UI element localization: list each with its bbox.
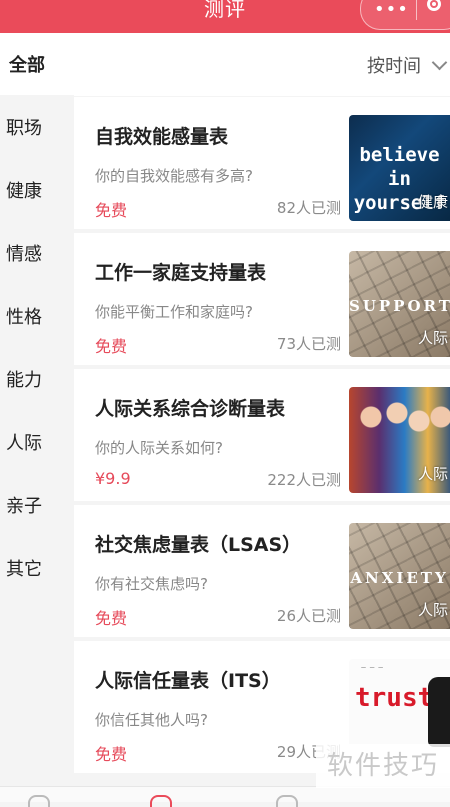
sidebar-item-label: 其它 (6, 559, 42, 580)
sidebar-item-label: 性格 (6, 307, 42, 328)
test-card[interactable]: 社交焦虑量表（LSAS） 你有社交焦虑吗? 免费 26人已测 ANXIETY 人… (74, 505, 450, 637)
test-title: 自我效能感量表 (95, 126, 229, 148)
test-title: 人际信任量表（ITS） (95, 670, 281, 692)
test-cover-image: 人际 (349, 387, 450, 493)
category-tag: 人际 (417, 601, 448, 619)
category-sidebar: 全部 职场 健康 情感 性格 能力 人际 亲子 其它 (0, 33, 74, 801)
capsule-divider (416, 0, 417, 20)
test-description: 你的人际关系如何? (95, 439, 223, 457)
test-title: 工作一家庭支持量表 (95, 262, 267, 284)
cover-author-line: — — — (361, 665, 385, 671)
top-navigation-bar: 测评 ••• (0, 0, 450, 33)
test-description: 你信任其他人吗? (95, 711, 208, 729)
sidebar-item-emotion[interactable]: 情感 (0, 222, 74, 284)
participant-count: 222人已测 (267, 471, 341, 489)
tab-home-icon[interactable] (28, 795, 50, 807)
test-title: 社交焦虑量表（LSAS） (95, 534, 302, 556)
test-price: 免费 (95, 201, 128, 220)
category-tag: 人际 (417, 465, 448, 483)
sidebar-item-ability[interactable]: 能力 (0, 348, 74, 410)
sidebar-item-label: 情感 (6, 244, 42, 265)
close-program-icon[interactable] (427, 0, 441, 11)
cover-image-text: ANXIETY (350, 569, 449, 587)
test-price: 免费 (95, 609, 128, 628)
sidebar-item-label: 亲子 (6, 496, 42, 517)
test-description: 你的自我效能感有多高? (95, 167, 253, 185)
test-card[interactable]: 自我效能感量表 你的自我效能感有多高? 免费 82人已测 believe in … (74, 97, 450, 229)
category-tag: 人际 (417, 329, 448, 347)
participant-count: 26人已测 (276, 607, 341, 625)
test-price: 免费 (95, 745, 128, 764)
sidebar-item-label: 全部 (9, 55, 45, 76)
category-tag: 健康 (417, 193, 448, 211)
test-price: 免费 (95, 337, 128, 356)
silhouette-illustration (428, 677, 450, 747)
sort-bar: 按时间 (74, 33, 450, 96)
sidebar-item-other[interactable]: 其它 (0, 537, 74, 599)
mini-program-capsule: ••• (360, 0, 450, 30)
sidebar-item-label: 能力 (6, 370, 42, 391)
sidebar-item-workplace[interactable]: 职场 (0, 96, 74, 158)
test-cover-image: SUPPORT 人际 (349, 251, 450, 357)
sidebar-item-personality[interactable]: 性格 (0, 285, 74, 347)
test-description: 你有社交焦虑吗? (95, 575, 208, 593)
chevron-down-icon[interactable] (431, 54, 448, 71)
tab-assessment-icon[interactable] (150, 795, 172, 807)
test-cover-image: ANXIETY 人际 (349, 523, 450, 629)
sidebar-item-all[interactable]: 全部 (0, 33, 74, 95)
test-card[interactable]: 工作一家庭支持量表 你能平衡工作和家庭吗? 免费 73人已测 SUPPORT 人… (74, 233, 450, 365)
sidebar-item-relationships[interactable]: 人际 (0, 411, 74, 473)
participant-count: 82人已测 (276, 199, 341, 217)
watermark: 软件技巧 (316, 744, 450, 788)
sidebar-item-label: 人际 (6, 433, 42, 454)
participant-count: 73人已测 (276, 335, 341, 353)
more-icon[interactable]: ••• (374, 0, 409, 20)
test-card[interactable]: 人际关系综合诊断量表 你的人际关系如何? ¥9.9 222人已测 人际 (74, 369, 450, 501)
test-title: 人际关系综合诊断量表 (95, 398, 286, 420)
test-price: ¥9.9 (95, 469, 131, 488)
sidebar-item-label: 健康 (6, 181, 42, 202)
test-description: 你能平衡工作和家庭吗? (95, 303, 253, 321)
tab-profile-icon[interactable] (276, 795, 298, 807)
sidebar-item-parenting[interactable]: 亲子 (0, 474, 74, 536)
sidebar-item-health[interactable]: 健康 (0, 159, 74, 221)
sort-by-time-button[interactable]: 按时间 (367, 52, 421, 78)
bottom-tab-bar (0, 786, 450, 807)
sidebar-item-label: 职场 (6, 118, 42, 139)
test-cover-image: believe in yourself 健康 (349, 115, 450, 221)
cover-image-text: SUPPORT (349, 297, 450, 315)
